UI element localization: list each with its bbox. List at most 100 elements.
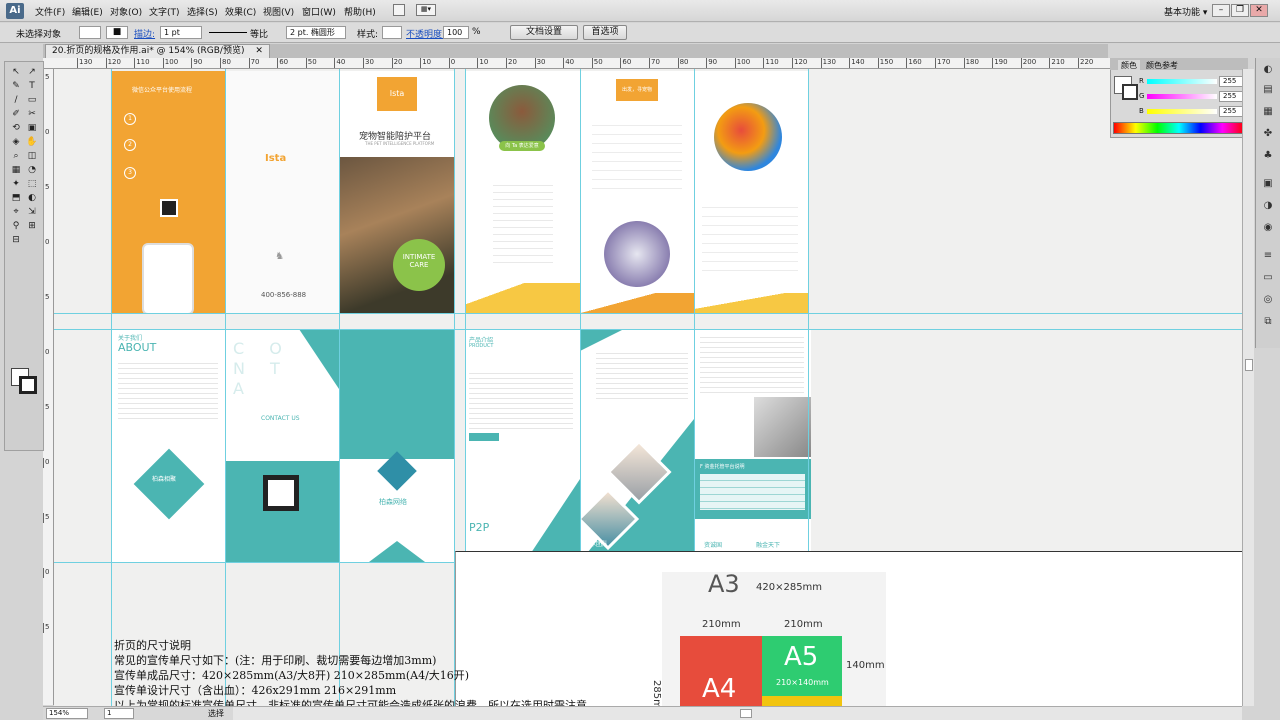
symbols-icon[interactable]: ♣ xyxy=(1261,150,1275,162)
stroke-swatch-icon[interactable]: ■ xyxy=(106,26,128,39)
ruler-tick-label: 10 xyxy=(420,58,432,68)
appearance-icon[interactable]: ◑ xyxy=(1261,200,1275,212)
vertical-scroll-thumb[interactable] xyxy=(1245,359,1253,371)
vertical-scrollbar[interactable] xyxy=(1242,69,1254,706)
tool-icon[interactable]: ◔ xyxy=(25,164,39,176)
tool-icon[interactable]: ⇲ xyxy=(25,206,39,218)
color-panel-icon[interactable]: ◐ xyxy=(1261,64,1275,76)
minimize-button[interactable]: – xyxy=(1212,4,1230,17)
status-mode[interactable]: 选择 xyxy=(208,708,224,719)
horizontal-scrollbar[interactable] xyxy=(230,706,1242,720)
restore-button[interactable]: ❐ xyxy=(1231,4,1249,17)
document-tab[interactable]: 20.折页的规格及作用.ai* @ 154% (RGB/预览) ✕ xyxy=(45,44,270,58)
ruler-tick-label: 80 xyxy=(220,58,231,68)
menu-help[interactable]: 帮助(H) xyxy=(344,5,376,18)
gradient-icon[interactable]: ▭ xyxy=(1261,272,1275,284)
tool-icon[interactable]: ✋ xyxy=(25,136,39,148)
opacity-input[interactable]: 100 xyxy=(443,26,469,39)
style-picker[interactable] xyxy=(382,26,402,39)
tool-icon[interactable]: ↖ xyxy=(9,66,23,78)
brush-definition[interactable]: 2 pt. 椭圆形 xyxy=(286,26,346,39)
color-guide-icon[interactable]: ▤ xyxy=(1261,84,1275,96)
tool-icon[interactable]: ▣ xyxy=(25,122,39,134)
stroke-color-swatch[interactable] xyxy=(1122,84,1138,100)
brushes-icon[interactable]: ✤ xyxy=(1261,128,1275,140)
bridge-icon[interactable] xyxy=(393,4,405,16)
tool-icon[interactable]: ↗ xyxy=(25,66,39,78)
stroke-label[interactable]: 描边: xyxy=(134,27,155,40)
stroke-profile[interactable]: 等比 xyxy=(250,27,268,40)
preferences-button[interactable]: 首选项 xyxy=(583,25,627,40)
ruler-tick-label: 40 xyxy=(563,58,575,68)
workspace-switcher[interactable]: 基本功能 ▾ xyxy=(1164,5,1207,18)
swatches-icon[interactable]: ▦ xyxy=(1261,106,1275,118)
zoom-level[interactable]: 154% xyxy=(46,708,88,719)
panel-back-cover: Ista ♞ 400-856-888 xyxy=(225,71,339,313)
graphic-styles-icon[interactable]: ▣ xyxy=(1261,178,1275,190)
ruler-tick-label: 140 xyxy=(849,58,865,68)
artboard-number[interactable]: 1 xyxy=(104,708,134,719)
step-1-icon: 1 xyxy=(124,113,136,125)
guide-line[interactable] xyxy=(54,313,1242,314)
tool-icon[interactable]: ✐ xyxy=(9,108,23,120)
menu-object[interactable]: 对象(O) xyxy=(110,5,142,18)
about-text xyxy=(118,359,218,419)
cover-subtitle: THE PET INTELLIGENCE PLATFORM xyxy=(365,141,435,146)
tool-icon[interactable]: ✂ xyxy=(25,108,39,120)
tool-icon[interactable]: ⟲ xyxy=(9,122,23,134)
tool-icon[interactable]: ⊞ xyxy=(25,220,39,232)
menu-bar: Ai 文件(F) 编辑(E) 对象(O) 文字(T) 选择(S) 效果(C) 视… xyxy=(0,0,1280,22)
tool-icon[interactable]: ✦ xyxy=(9,178,23,190)
horizontal-scroll-thumb[interactable] xyxy=(740,709,752,718)
guide-line[interactable] xyxy=(54,329,1242,330)
tool-icon[interactable]: ▭ xyxy=(25,94,39,106)
brand-label: 柏森相聚 xyxy=(152,476,177,483)
transparency-icon[interactable]: ◎ xyxy=(1261,294,1275,306)
tool-icon[interactable]: / xyxy=(9,94,23,106)
stroke-swatch[interactable] xyxy=(19,376,37,394)
channel-r-slider[interactable] xyxy=(1147,79,1217,84)
tool-icon[interactable]: ⬒ xyxy=(9,192,23,204)
color-spectrum[interactable] xyxy=(1113,122,1245,134)
stroke-weight-input[interactable]: 1 pt xyxy=(160,26,202,39)
layers-icon[interactable]: ◉ xyxy=(1261,222,1275,234)
stroke-icon[interactable]: ≡ xyxy=(1261,250,1275,262)
menu-file[interactable]: 文件(F) xyxy=(35,5,65,18)
tool-icon[interactable]: ✎ xyxy=(9,80,23,92)
arrange-documents-icon[interactable]: ▦▾ xyxy=(416,4,436,16)
tab-color-guide[interactable]: 颜色参考 xyxy=(1146,60,1178,71)
tab-color[interactable]: 颜色 xyxy=(1118,60,1140,71)
tool-icon[interactable]: ◐ xyxy=(25,192,39,204)
channel-g-slider[interactable] xyxy=(1147,94,1217,99)
tool-icon[interactable]: ▦ xyxy=(9,164,23,176)
vertical-ruler[interactable]: 5 0 5 0 5 0 5 0 5 0 5 xyxy=(43,69,54,705)
menu-effect[interactable]: 效果(C) xyxy=(225,5,256,18)
fill-swatch[interactable] xyxy=(79,26,101,39)
close-button[interactable]: ✕ xyxy=(1250,4,1268,17)
tool-icon[interactable]: ⌕ xyxy=(9,150,23,162)
tool-icon[interactable]: ◈ xyxy=(9,136,23,148)
tool-icon[interactable]: ⚲ xyxy=(9,220,23,232)
tool-icon[interactable]: ⊟ xyxy=(9,234,23,246)
menu-type[interactable]: 文字(T) xyxy=(149,5,180,18)
guide-line[interactable] xyxy=(225,69,226,706)
panel-company-cover: 柏森网络 xyxy=(339,329,454,562)
menu-select[interactable]: 选择(S) xyxy=(187,5,218,18)
menu-edit[interactable]: 编辑(E) xyxy=(72,5,103,18)
tool-icon[interactable]: T xyxy=(25,80,39,92)
tool-icon[interactable]: ⬚ xyxy=(25,178,39,190)
opacity-label[interactable]: 不透明度: xyxy=(406,27,445,40)
guide-line[interactable] xyxy=(339,69,340,706)
close-tab-icon[interactable]: ✕ xyxy=(255,46,263,56)
finance-box: F 资金托管平台说明 xyxy=(694,459,811,519)
guide-line[interactable] xyxy=(111,69,112,706)
tool-icon[interactable]: ◫ xyxy=(25,150,39,162)
menu-view[interactable]: 视图(V) xyxy=(263,5,294,18)
tool-icon[interactable]: ⌖ xyxy=(9,206,23,218)
layers-stack-icon[interactable]: ⧉ xyxy=(1261,316,1275,328)
dog-silhouette-icon: ♞ xyxy=(275,251,284,262)
menu-window[interactable]: 窗口(W) xyxy=(302,5,336,18)
horizontal-ruler[interactable]: 130 120 110 100 90 80 70 60 50 40 30 20 10 0 10 20 30 40 5… xyxy=(43,58,1110,69)
channel-b-slider[interactable] xyxy=(1147,109,1217,114)
document-setup-button[interactable]: 文档设置 xyxy=(510,25,578,40)
